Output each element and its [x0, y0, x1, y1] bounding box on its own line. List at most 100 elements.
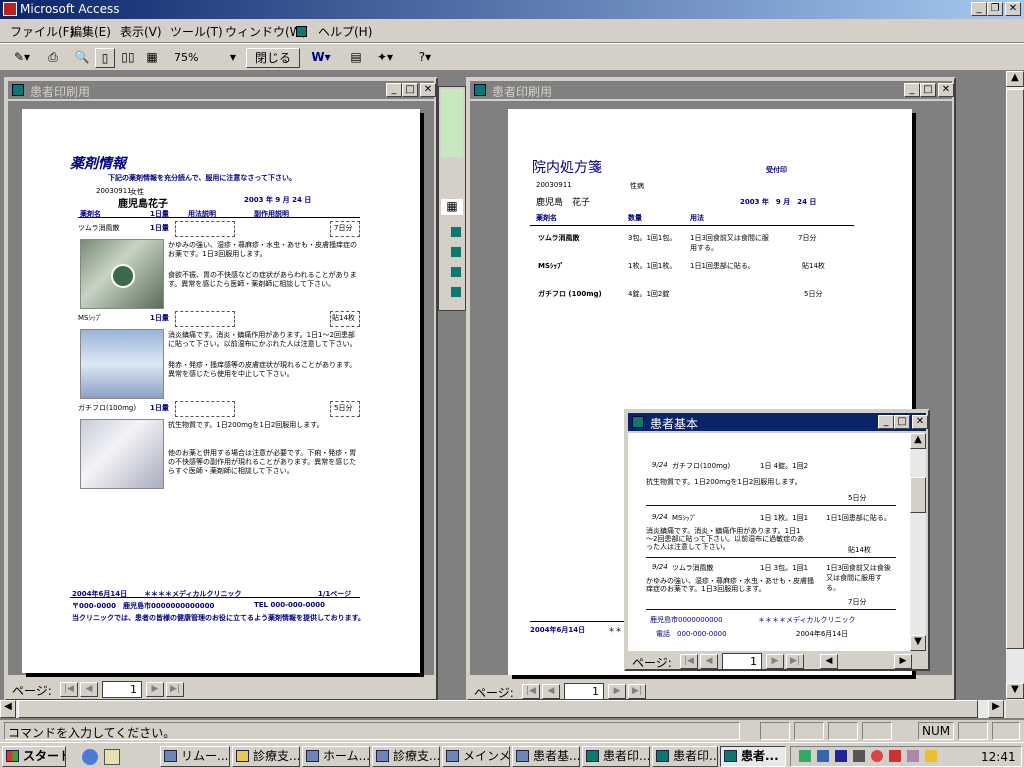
scroll-thumb[interactable]	[910, 477, 926, 513]
scroll-thumb[interactable]	[18, 700, 978, 718]
design-view-icon[interactable]: ✎▾	[8, 48, 36, 68]
app-tray-icon[interactable]	[907, 750, 919, 762]
task-button-2[interactable]: 診療支...	[232, 746, 300, 767]
minimize-icon[interactable]: _	[904, 83, 920, 97]
report-date: 2003 年 9 月 24 日	[244, 196, 312, 204]
menu-edit[interactable]: 編集(E)	[70, 23, 111, 40]
quick-launch-ie-icon[interactable]	[82, 749, 98, 765]
last-page-button[interactable]: ▶|	[786, 654, 804, 669]
database-window-icon[interactable]: ▤	[346, 48, 366, 68]
maximize-icon[interactable]: □	[894, 415, 910, 429]
scroll-up-icon[interactable]: ▲	[1006, 71, 1024, 87]
task-button-3[interactable]: ホーム...	[302, 746, 370, 767]
page-number-input[interactable]: 1	[102, 681, 142, 698]
drug1-dose: 1日量	[150, 224, 169, 232]
next-page-button[interactable]: ▶	[608, 684, 626, 699]
volume-icon[interactable]	[799, 750, 811, 762]
close-preview-button[interactable]: 閉じる(C)	[246, 48, 300, 83]
next-page-button[interactable]: ▶	[146, 682, 164, 697]
maximize-icon[interactable]: □	[402, 83, 418, 97]
scroll-left-icon[interactable]: ◀	[0, 700, 16, 718]
task-button-9[interactable]: 患者...	[720, 746, 786, 767]
start-button[interactable]: スタート	[2, 746, 66, 767]
office-links-icon[interactable]: W▾	[306, 48, 336, 68]
app-tray-icon[interactable]	[925, 750, 937, 762]
last-page-button[interactable]: ▶|	[628, 684, 646, 699]
rx-row1-name: ツムラ消風散	[538, 234, 580, 242]
minimize-icon[interactable]: _	[971, 2, 987, 16]
first-page-button[interactable]: |◀	[522, 684, 540, 699]
drug2-days: 貼14枚	[332, 314, 355, 322]
new-object-icon[interactable]: ✦▾	[370, 48, 400, 68]
next-page-button[interactable]: ▶	[766, 654, 784, 669]
entry1-days: 5日分	[848, 494, 867, 502]
close-icon[interactable]: ✕	[912, 415, 928, 429]
task-button-1[interactable]: リムー...	[160, 746, 230, 767]
print-icon[interactable]: ⎙	[42, 48, 64, 68]
one-page-icon[interactable]: ▯	[95, 48, 115, 68]
close-icon[interactable]: ✕	[1005, 2, 1021, 16]
app-tray-icon[interactable]	[853, 750, 865, 762]
ime-icon[interactable]	[835, 750, 847, 762]
report-subtitle: 下記の薬剤情報を充分読んで、服用に注意なさって下さい。	[108, 174, 297, 182]
basic-footer-date: 2004年6月14日	[796, 630, 849, 638]
background-window: ▦	[438, 86, 466, 311]
close-icon[interactable]: ✕	[938, 83, 954, 97]
app-tray-icon[interactable]	[889, 750, 901, 762]
menu-help[interactable]: ヘルプ(H)	[318, 23, 372, 40]
menu-file[interactable]: ファイル(F)	[10, 23, 74, 40]
rx-row3-name: ガチフロ (100mg)	[538, 290, 602, 298]
menu-tools[interactable]: ツール(T)	[170, 23, 223, 40]
col-drug-name: 薬剤名	[536, 214, 557, 222]
app-tray-icon[interactable]	[871, 750, 883, 762]
zoom-icon[interactable]: 🔍	[72, 48, 92, 68]
menu-window[interactable]: ウィンドウ(W)	[225, 23, 306, 40]
mdi-horizontal-scrollbar[interactable]: ◀ ▶	[0, 700, 1006, 718]
minimize-icon[interactable]: _	[878, 415, 894, 429]
task-button-6[interactable]: 患者基...	[512, 746, 580, 767]
help-icon[interactable]: ?▾	[410, 48, 440, 68]
scroll-right-icon[interactable]: ▶	[988, 700, 1004, 718]
restore-icon[interactable]: ❐	[987, 2, 1003, 16]
scroll-thumb[interactable]	[1006, 89, 1024, 649]
task-button-5[interactable]: メインメ...	[442, 746, 510, 767]
maximize-icon[interactable]: □	[920, 83, 936, 97]
network-icon[interactable]	[817, 750, 829, 762]
mdi-vertical-scrollbar[interactable]: ▲ ▼	[1006, 71, 1024, 700]
quick-launch-desktop-icon[interactable]	[104, 749, 120, 765]
first-page-button[interactable]: |◀	[60, 682, 78, 697]
task-button-4[interactable]: 診療支...	[372, 746, 440, 767]
page-number-input[interactable]: 1	[722, 653, 762, 670]
report-icon	[12, 84, 24, 96]
db-window-icon[interactable]	[296, 26, 307, 37]
two-pages-icon[interactable]: ▯▯	[118, 48, 138, 68]
scroll-left-icon[interactable]: ◀	[820, 654, 838, 669]
first-page-button[interactable]: |◀	[680, 654, 698, 669]
vertical-scrollbar[interactable]: ▲ ▼	[910, 433, 926, 651]
task-button-8[interactable]: 患者印...	[652, 746, 718, 767]
entry1-drug: ガチフロ(100mg)	[672, 462, 731, 470]
prev-page-button[interactable]: ◀	[80, 682, 98, 697]
patient-basic-content: 9/24 ガチフロ(100mg) 1日 4錠。1回2 抗生物質です。1日200m…	[628, 433, 910, 651]
scroll-down-icon[interactable]: ▼	[1006, 683, 1024, 699]
page-number-input[interactable]: 1	[564, 683, 604, 700]
scroll-right-icon[interactable]: ▶	[894, 654, 912, 669]
close-icon[interactable]: ✕	[420, 83, 436, 97]
minimize-icon[interactable]: _	[386, 83, 402, 97]
prev-page-button[interactable]: ◀	[700, 654, 718, 669]
rx-row1-qty: 3包。1回1包。	[628, 234, 677, 242]
basic-footer-clinic: ＊＊＊＊メディカルクリニック	[758, 616, 856, 624]
chevron-down-icon[interactable]: ▼	[227, 50, 239, 66]
task-button-7[interactable]: 患者印...	[582, 746, 650, 767]
menu-view[interactable]: 表示(V)	[120, 23, 162, 40]
report-icon	[724, 750, 737, 762]
drug3-photo	[80, 419, 164, 489]
system-tray: 12:41	[790, 746, 1022, 767]
scroll-up-icon[interactable]: ▲	[910, 433, 926, 449]
last-page-button[interactable]: ▶|	[166, 682, 184, 697]
multiple-pages-icon[interactable]: ▦	[142, 48, 162, 68]
app-icon	[164, 750, 177, 762]
rx-row2-name: MSｼｯﾌﾟ	[538, 262, 565, 270]
scroll-down-icon[interactable]: ▼	[910, 635, 926, 651]
prev-page-button[interactable]: ◀	[542, 684, 560, 699]
